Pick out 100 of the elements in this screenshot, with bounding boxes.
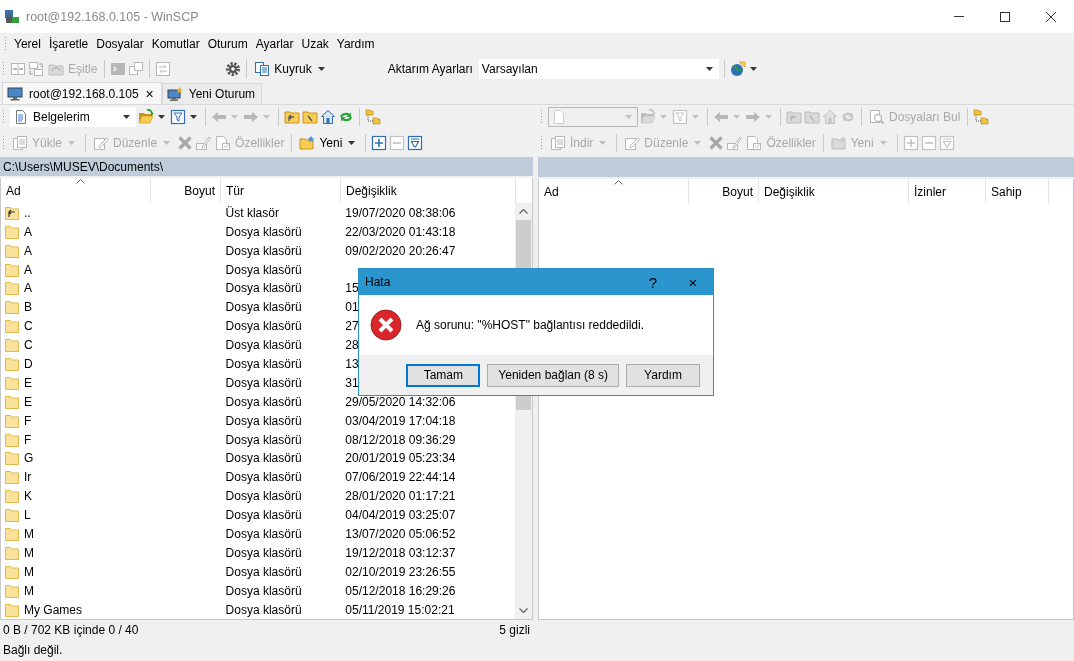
file-name: C — [24, 319, 33, 334]
file-name: M — [24, 583, 34, 598]
file-name: G — [24, 451, 34, 466]
toolbar-button[interactable]: Yeni — [297, 131, 361, 154]
dropdown[interactable]: Belgelerim — [10, 106, 136, 127]
dialog-button[interactable]: Tamam — [406, 363, 481, 387]
menu-item[interactable]: Komutlar — [147, 37, 204, 51]
window-title: root@192.168.0.105 - WinSCP — [26, 9, 200, 24]
column-header[interactable]: Boyut — [689, 179, 759, 204]
column-header[interactable]: Sahip — [986, 179, 1049, 204]
file-type: Dosya klasörü — [225, 451, 302, 466]
sort-caret-icon — [613, 180, 623, 185]
menu-item[interactable]: Yerel — [10, 37, 45, 51]
file-name: M — [24, 545, 34, 560]
folder-icon — [4, 488, 20, 505]
pencil-icon — [624, 135, 641, 151]
column-header[interactable]: Ad — [1, 178, 151, 204]
file-name: .. — [24, 205, 31, 220]
folder-icon — [4, 563, 20, 580]
column-header[interactable]: Değişiklik — [759, 179, 909, 204]
new-folder-icon — [830, 135, 847, 151]
caret-icon[interactable] — [190, 114, 197, 119]
modified-date: 02/10/2019 23:26:55 — [345, 564, 456, 579]
modified-date: 15 — [345, 281, 359, 296]
folder-icon — [4, 318, 20, 335]
modified-date: 28 — [345, 338, 359, 353]
modified-date: 13/07/2020 05:06:52 — [345, 527, 456, 541]
plus-icon[interactable] — [371, 134, 388, 151]
app-icon — [4, 8, 20, 25]
folder-icon — [4, 450, 20, 467]
folder-icon — [4, 242, 20, 259]
caret-icon[interactable] — [158, 114, 165, 119]
file-type: Dosya klasörü — [225, 394, 302, 409]
modified-date: 09/02/2020 20:26:47 — [345, 243, 456, 258]
dialog-title: Hata — [365, 275, 392, 289]
file-name: C — [24, 338, 33, 353]
caret-icon — [879, 141, 887, 145]
dialog-button[interactable]: Yeniden bağlan (8 s) — [487, 363, 619, 387]
filter-icon[interactable] — [170, 108, 186, 125]
column-header[interactable]: Boyut — [151, 178, 221, 204]
folder-icon — [4, 299, 20, 316]
minimize-icon — [954, 16, 964, 17]
session-tab[interactable]: root@192.168.0.105 × — [2, 82, 162, 104]
file-type: Dosya klasörü — [225, 489, 302, 504]
parent-folder-icon — [4, 204, 20, 221]
modified-date: 03/04/2019 17:04:18 — [345, 413, 456, 428]
dropdown[interactable]: Varsayılan — [478, 59, 719, 79]
menu-item[interactable]: Uzak — [297, 37, 333, 51]
settings-icon[interactable] — [225, 61, 242, 77]
root-folder-icon[interactable] — [302, 108, 318, 125]
new-folder-icon — [299, 134, 316, 151]
selection-status: 0 B / 702 KB içinde 0 / 40 — [3, 622, 139, 637]
caret-icon — [317, 67, 325, 71]
column-header[interactable]: Tür — [221, 178, 341, 204]
menu-item[interactable]: Ayarlar — [251, 37, 298, 51]
modified-date: 19/07/2020 08:38:06 — [345, 205, 456, 220]
toolbar-button[interactable]: Kuyruk — [252, 58, 330, 80]
dialog-button[interactable]: Yardım — [626, 363, 700, 387]
folder-icon — [4, 223, 20, 240]
new-session-icon — [166, 86, 183, 102]
file-name: My Games — [24, 602, 82, 617]
globe-icon[interactable] — [729, 61, 746, 77]
menu-item[interactable]: İşaretle — [44, 37, 93, 51]
folder-icon — [4, 374, 20, 391]
file-type: Dosya klasörü — [225, 357, 302, 371]
tree-icon[interactable] — [973, 109, 990, 125]
connection-status: Bağlı değil. — [3, 642, 63, 657]
menu-item[interactable]: Dosyalar — [92, 37, 148, 51]
caret-icon[interactable] — [749, 67, 757, 71]
column-header[interactable]: Değişiklik — [341, 178, 516, 204]
file-type: Dosya klasörü — [225, 224, 302, 239]
modified-date: 04/04/2019 03:25:07 — [345, 508, 456, 523]
column-header[interactable]: İzinler — [909, 179, 986, 204]
close-button[interactable]: × — [673, 273, 713, 291]
properties-icon — [746, 135, 763, 151]
scroll-down-icon[interactable] — [519, 608, 528, 613]
file-name: E — [24, 375, 32, 390]
error-message: Ağ sorunu: "%HOST" bağlantısı reddedildi. — [416, 318, 644, 332]
modified-date: 01 — [345, 300, 359, 315]
select-filter-icon[interactable] — [407, 134, 424, 151]
menu-item[interactable]: Yardım — [332, 37, 379, 51]
file-type: Dosya klasörü — [225, 508, 302, 523]
folder-icon — [4, 356, 20, 372]
folder-icon — [4, 507, 20, 524]
session-tab[interactable]: Yeni Oturum — [161, 83, 263, 104]
monitor-icon — [7, 85, 23, 102]
file-type: Dosya klasörü — [225, 470, 302, 485]
file-name: A — [24, 281, 32, 296]
caret-icon — [625, 115, 632, 119]
parent-folder-icon[interactable] — [284, 108, 300, 125]
menu-item[interactable]: Oturum — [203, 37, 252, 51]
scroll-up-icon[interactable] — [519, 209, 528, 215]
help-button[interactable]: ? — [633, 273, 673, 291]
column-header[interactable]: Ad — [539, 179, 689, 204]
tree-icon[interactable] — [365, 108, 381, 125]
file-name: D — [24, 357, 33, 371]
file-type: Dosya klasörü — [225, 432, 302, 447]
home-icon[interactable] — [320, 108, 336, 125]
modified-date: 13 — [345, 357, 359, 371]
file-type: Dosya klasörü — [225, 602, 302, 617]
